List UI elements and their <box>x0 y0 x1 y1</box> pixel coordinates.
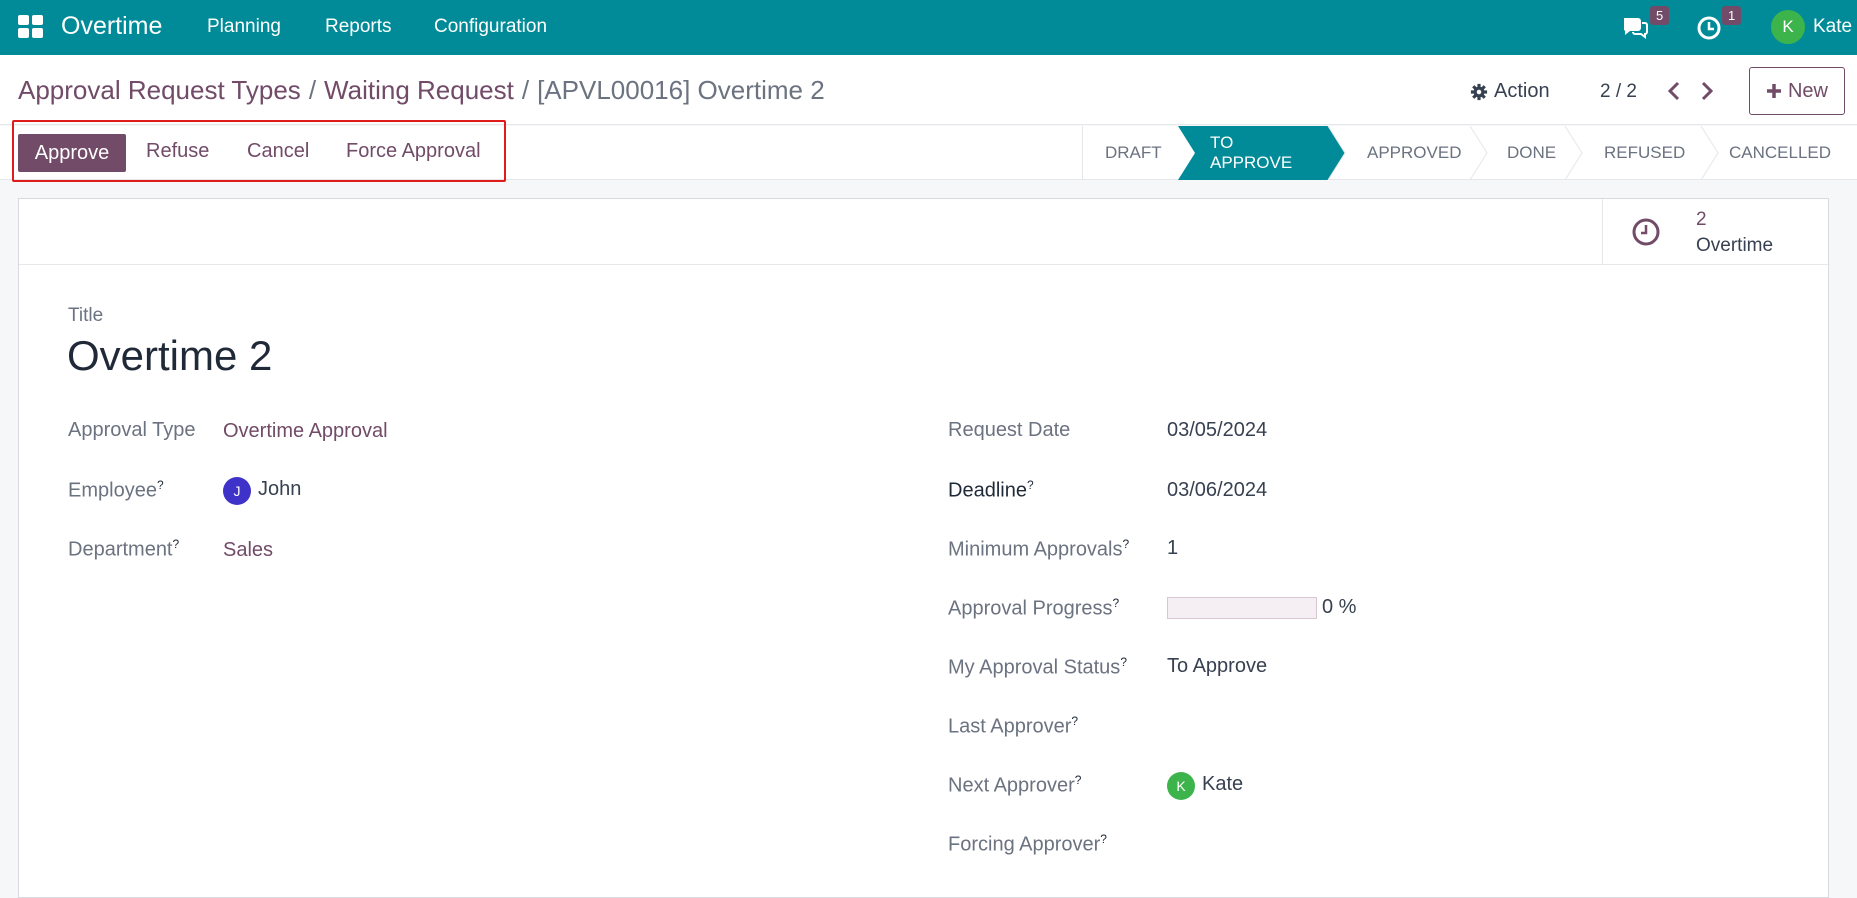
breadcrumb-approval-request-types[interactable]: Approval Request Types <box>18 75 301 105</box>
stage-approved[interactable]: Approved <box>1367 126 1461 180</box>
user-avatar[interactable]: K <box>1771 10 1805 44</box>
activities-clock-icon[interactable] <box>1695 12 1725 42</box>
last-approver-label: Last Approver? <box>948 714 1079 738</box>
approve-button[interactable]: Approve <box>18 134 126 172</box>
stage-done[interactable]: Done <box>1507 126 1556 180</box>
minimum-approvals-value: 1 <box>1167 537 1179 559</box>
employee-label: Employee? <box>68 478 164 502</box>
user-name[interactable]: Kate <box>1813 16 1852 38</box>
breadcrumb-separator: / <box>521 75 530 105</box>
status-pipeline: Draft To Approve Approved Done Refused C… <box>1082 126 1831 180</box>
my-approval-status-value: To Approve <box>1167 655 1268 677</box>
top-navbar: Overtime Planning Reports Configuration … <box>0 0 1857 55</box>
breadcrumb-waiting-request[interactable]: Waiting Request <box>324 75 514 105</box>
approval-progress-text: 0 % <box>1322 596 1357 618</box>
activities-badge: 1 <box>1722 6 1742 25</box>
employee-avatar: J <box>223 477 251 505</box>
request-date-label: Request Date <box>948 419 1071 441</box>
stage-refused[interactable]: Refused <box>1604 126 1685 180</box>
employee-value[interactable]: John <box>258 478 301 501</box>
next-record-icon[interactable] <box>1697 79 1717 103</box>
menu-planning[interactable]: Planning <box>207 16 281 38</box>
smart-button-box: 2 Overtime <box>19 199 1830 265</box>
approval-progress-bar <box>1167 597 1317 619</box>
breadcrumb-current-record: [APVL00016] Overtime 2 <box>537 75 825 105</box>
stage-draft[interactable]: Draft <box>1105 126 1162 180</box>
deadline-label: Deadline? <box>948 478 1034 502</box>
stage-to-approve[interactable]: To Approve <box>1210 126 1292 180</box>
menu-configuration[interactable]: Configuration <box>434 16 547 38</box>
messages-badge: 5 <box>1650 6 1670 25</box>
apps-menu-icon[interactable] <box>18 15 44 38</box>
title-value[interactable]: Overtime 2 <box>67 332 272 380</box>
previous-record-icon[interactable] <box>1664 79 1684 103</box>
breadcrumb-separator: / <box>308 75 317 105</box>
breadcrumb: Approval Request Types / Waiting Request /[… <box>18 75 825 106</box>
department-value[interactable]: Sales <box>223 539 273 562</box>
stage-cancelled[interactable]: Cancelled <box>1729 126 1831 180</box>
smart-button-value: 2 <box>1696 209 1707 230</box>
gear-icon <box>1470 83 1488 100</box>
minimum-approvals-label: Minimum Approvals? <box>948 537 1130 561</box>
next-approver-avatar: K <box>1167 772 1195 800</box>
app-name[interactable]: Overtime <box>61 12 162 41</box>
control-panel: Approval Request Types / Waiting Request /[… <box>0 55 1857 125</box>
clock-icon <box>1632 218 1660 246</box>
pager-value[interactable]: 2 / 2 <box>1600 81 1637 103</box>
menu-reports[interactable]: Reports <box>325 16 392 38</box>
cancel-button[interactable]: Cancel <box>247 140 309 163</box>
title-label: Title <box>68 305 104 326</box>
action-menu-button[interactable]: Action <box>1470 80 1550 103</box>
force-approval-button[interactable]: Force Approval <box>346 140 481 163</box>
deadline-value[interactable]: 03/06/2024 <box>1167 479 1267 502</box>
action-label: Action <box>1494 80 1550 102</box>
approval-type-value[interactable]: Overtime Approval <box>223 420 388 443</box>
smart-button-label: Overtime <box>1696 235 1774 256</box>
refuse-button[interactable]: Refuse <box>146 140 209 163</box>
approval-progress-label: Approval Progress? <box>948 596 1120 620</box>
approval-type-label: Approval Type <box>68 419 196 441</box>
new-label: New <box>1787 79 1828 102</box>
my-approval-status-label: My Approval Status? <box>948 655 1127 679</box>
plus-icon <box>1766 84 1781 98</box>
request-date-value[interactable]: 03/05/2024 <box>1167 419 1267 442</box>
next-approver-value[interactable]: Kate <box>1202 773 1243 796</box>
new-button[interactable]: New <box>1749 67 1845 115</box>
next-approver-label: Next Approver? <box>948 773 1082 797</box>
messages-icon[interactable] <box>1620 12 1650 42</box>
form-sheet: 2 Overtime Title Overtime 2 Approval Typ… <box>18 198 1830 898</box>
overtime-smart-button[interactable]: 2 Overtime <box>1602 199 1830 265</box>
forcing-approver-label: Forcing Approver? <box>948 832 1107 856</box>
department-label: Department? <box>68 537 180 561</box>
